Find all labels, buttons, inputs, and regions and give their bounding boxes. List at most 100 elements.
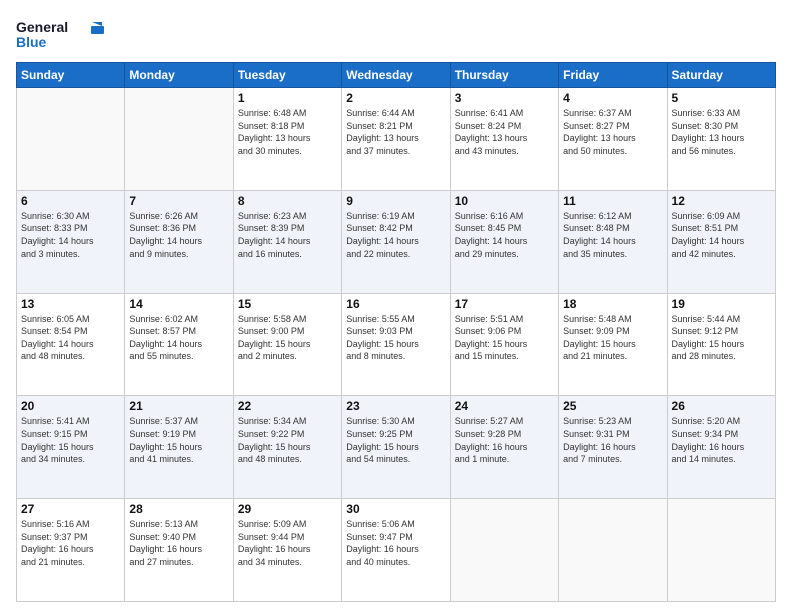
calendar-cell: 10 Sunrise: 6:16 AM Sunset: 8:45 PM Dayli… <box>450 190 558 293</box>
day-number: 25 <box>563 399 662 413</box>
calendar-cell: 23 Sunrise: 5:30 AM Sunset: 9:25 PM Dayli… <box>342 396 450 499</box>
calendar-cell: 20Sunrise: 5:41 AM Sunset: 9:15 PM Dayli… <box>17 396 125 499</box>
day-number: 12 <box>672 194 771 208</box>
day-number: 10 <box>455 194 554 208</box>
day-number: 28 <box>129 502 228 516</box>
day-info: Sunrise: 6:44 AM Sunset: 8:21 PM Dayligh… <box>346 107 445 157</box>
calendar-cell: 14 Sunrise: 6:02 AM Sunset: 8:57 PM Dayli… <box>125 293 233 396</box>
svg-text:General: General <box>16 19 68 35</box>
calendar-cell <box>667 499 775 602</box>
day-info: Sunrise: 6:37 AM Sunset: 8:27 PM Dayligh… <box>563 107 662 157</box>
weekday-header-monday: Monday <box>125 63 233 88</box>
day-number: 24 <box>455 399 554 413</box>
day-info: Sunrise: 6:33 AM Sunset: 8:30 PM Dayligh… <box>672 107 771 157</box>
calendar-cell <box>450 499 558 602</box>
calendar-cell: 12 Sunrise: 6:09 AM Sunset: 8:51 PM Dayli… <box>667 190 775 293</box>
day-number: 26 <box>672 399 771 413</box>
day-info: Sunrise: 5:09 AM Sunset: 9:44 PM Dayligh… <box>238 518 337 568</box>
day-info: Sunrise: 5:41 AM Sunset: 9:15 PM Dayligh… <box>21 415 120 465</box>
day-info: Sunrise: 5:34 AM Sunset: 9:22 PM Dayligh… <box>238 415 337 465</box>
calendar-cell: 2 Sunrise: 6:44 AM Sunset: 8:21 PM Daylig… <box>342 88 450 191</box>
day-number: 23 <box>346 399 445 413</box>
calendar-cell: 4 Sunrise: 6:37 AM Sunset: 8:27 PM Daylig… <box>559 88 667 191</box>
day-number: 4 <box>563 91 662 105</box>
calendar-table: SundayMondayTuesdayWednesdayThursdayFrid… <box>16 62 776 602</box>
day-number: 9 <box>346 194 445 208</box>
day-number: 16 <box>346 297 445 311</box>
day-number: 21 <box>129 399 228 413</box>
calendar-cell: 17 Sunrise: 5:51 AM Sunset: 9:06 PM Dayli… <box>450 293 558 396</box>
day-info: Sunrise: 5:30 AM Sunset: 9:25 PM Dayligh… <box>346 415 445 465</box>
calendar-cell <box>125 88 233 191</box>
day-number: 1 <box>238 91 337 105</box>
day-info: Sunrise: 6:41 AM Sunset: 8:24 PM Dayligh… <box>455 107 554 157</box>
calendar-cell: 11 Sunrise: 6:12 AM Sunset: 8:48 PM Dayli… <box>559 190 667 293</box>
day-number: 11 <box>563 194 662 208</box>
calendar-cell: 16Sunrise: 5:55 AM Sunset: 9:03 PM Dayli… <box>342 293 450 396</box>
calendar-cell: 28 Sunrise: 5:13 AM Sunset: 9:40 PM Dayli… <box>125 499 233 602</box>
day-info: Sunrise: 5:27 AM Sunset: 9:28 PM Dayligh… <box>455 415 554 465</box>
weekday-header-sunday: Sunday <box>17 63 125 88</box>
calendar-cell: 5 Sunrise: 6:33 AM Sunset: 8:30 PM Daylig… <box>667 88 775 191</box>
day-number: 27 <box>21 502 120 516</box>
day-number: 2 <box>346 91 445 105</box>
weekday-header-saturday: Saturday <box>667 63 775 88</box>
day-info: Sunrise: 5:13 AM Sunset: 9:40 PM Dayligh… <box>129 518 228 568</box>
calendar-cell: 18 Sunrise: 5:48 AM Sunset: 9:09 PM Dayli… <box>559 293 667 396</box>
day-info: Sunrise: 6:05 AM Sunset: 8:54 PM Dayligh… <box>21 313 120 363</box>
calendar-cell: 9 Sunrise: 6:19 AM Sunset: 8:42 PM Daylig… <box>342 190 450 293</box>
calendar-cell: 22Sunrise: 5:34 AM Sunset: 9:22 PM Dayli… <box>233 396 341 499</box>
day-info: Sunrise: 5:23 AM Sunset: 9:31 PM Dayligh… <box>563 415 662 465</box>
calendar-cell: 25 Sunrise: 5:23 AM Sunset: 9:31 PM Dayli… <box>559 396 667 499</box>
day-info: Sunrise: 6:26 AM Sunset: 8:36 PM Dayligh… <box>129 210 228 260</box>
day-info: Sunrise: 6:23 AM Sunset: 8:39 PM Dayligh… <box>238 210 337 260</box>
day-number: 13 <box>21 297 120 311</box>
day-number: 7 <box>129 194 228 208</box>
calendar-cell <box>559 499 667 602</box>
calendar-cell: 26 Sunrise: 5:20 AM Sunset: 9:34 PM Dayli… <box>667 396 775 499</box>
day-info: Sunrise: 6:12 AM Sunset: 8:48 PM Dayligh… <box>563 210 662 260</box>
day-number: 29 <box>238 502 337 516</box>
day-info: Sunrise: 6:09 AM Sunset: 8:51 PM Dayligh… <box>672 210 771 260</box>
calendar-cell: 6 Sunrise: 6:30 AM Sunset: 8:33 PM Daylig… <box>17 190 125 293</box>
weekday-header-wednesday: Wednesday <box>342 63 450 88</box>
weekday-header-thursday: Thursday <box>450 63 558 88</box>
weekday-header-tuesday: Tuesday <box>233 63 341 88</box>
day-info: Sunrise: 5:48 AM Sunset: 9:09 PM Dayligh… <box>563 313 662 363</box>
day-number: 3 <box>455 91 554 105</box>
day-number: 5 <box>672 91 771 105</box>
calendar-cell: 27Sunrise: 5:16 AM Sunset: 9:37 PM Dayli… <box>17 499 125 602</box>
day-info: Sunrise: 5:44 AM Sunset: 9:12 PM Dayligh… <box>672 313 771 363</box>
day-number: 14 <box>129 297 228 311</box>
calendar-cell: 3 Sunrise: 6:41 AM Sunset: 8:24 PM Daylig… <box>450 88 558 191</box>
day-info: Sunrise: 5:20 AM Sunset: 9:34 PM Dayligh… <box>672 415 771 465</box>
day-number: 8 <box>238 194 337 208</box>
day-info: Sunrise: 6:16 AM Sunset: 8:45 PM Dayligh… <box>455 210 554 260</box>
week-row-2: 6 Sunrise: 6:30 AM Sunset: 8:33 PM Daylig… <box>17 190 776 293</box>
day-info: Sunrise: 5:51 AM Sunset: 9:06 PM Dayligh… <box>455 313 554 363</box>
calendar-cell: 19Sunrise: 5:44 AM Sunset: 9:12 PM Dayli… <box>667 293 775 396</box>
calendar-cell: 15Sunrise: 5:58 AM Sunset: 9:00 PM Dayli… <box>233 293 341 396</box>
day-info: Sunrise: 6:19 AM Sunset: 8:42 PM Dayligh… <box>346 210 445 260</box>
day-number: 6 <box>21 194 120 208</box>
calendar-cell: 24 Sunrise: 5:27 AM Sunset: 9:28 PM Dayli… <box>450 396 558 499</box>
header: General Blue <box>16 16 776 52</box>
calendar-cell: 30Sunrise: 5:06 AM Sunset: 9:47 PM Dayli… <box>342 499 450 602</box>
logo-svg: General Blue <box>16 16 106 52</box>
calendar-cell: 29 Sunrise: 5:09 AM Sunset: 9:44 PM Dayli… <box>233 499 341 602</box>
calendar-cell: 21 Sunrise: 5:37 AM Sunset: 9:19 PM Dayli… <box>125 396 233 499</box>
logo: General Blue <box>16 16 106 52</box>
day-number: 18 <box>563 297 662 311</box>
week-row-3: 13 Sunrise: 6:05 AM Sunset: 8:54 PM Dayli… <box>17 293 776 396</box>
day-info: Sunrise: 5:06 AM Sunset: 9:47 PM Dayligh… <box>346 518 445 568</box>
day-number: 17 <box>455 297 554 311</box>
day-info: Sunrise: 6:48 AM Sunset: 8:18 PM Dayligh… <box>238 107 337 157</box>
calendar-cell: 13 Sunrise: 6:05 AM Sunset: 8:54 PM Dayli… <box>17 293 125 396</box>
week-row-4: 20Sunrise: 5:41 AM Sunset: 9:15 PM Dayli… <box>17 396 776 499</box>
day-info: Sunrise: 6:02 AM Sunset: 8:57 PM Dayligh… <box>129 313 228 363</box>
weekday-header-friday: Friday <box>559 63 667 88</box>
day-info: Sunrise: 6:30 AM Sunset: 8:33 PM Dayligh… <box>21 210 120 260</box>
svg-text:Blue: Blue <box>16 34 47 50</box>
day-info: Sunrise: 5:37 AM Sunset: 9:19 PM Dayligh… <box>129 415 228 465</box>
page: General Blue SundayMondayTuesdayWednesda… <box>0 0 792 612</box>
